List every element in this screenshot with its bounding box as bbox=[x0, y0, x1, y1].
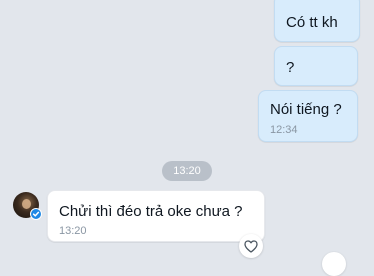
message-bubble-outgoing[interactable]: Nói tiếng ? 12:34 bbox=[258, 90, 358, 142]
message-text: ? bbox=[286, 59, 295, 76]
message-text: Chửi thì đéo trả oke chưa ? bbox=[59, 203, 243, 220]
message-bubble-incoming[interactable]: Chửi thì đéo trả oke chưa ? 13:20 bbox=[47, 190, 265, 242]
heart-outline-icon bbox=[244, 240, 258, 253]
verified-badge-icon bbox=[30, 208, 42, 220]
react-heart-button[interactable] bbox=[239, 234, 263, 258]
message-bubble-outgoing[interactable]: Có tt kh bbox=[274, 0, 360, 42]
time-separator: 13:20 bbox=[162, 161, 212, 181]
message-bubble-outgoing[interactable]: ? bbox=[274, 46, 358, 86]
message-text: Nói tiếng ? bbox=[270, 101, 342, 118]
message-text: Có tt kh bbox=[286, 14, 338, 31]
scroll-down-button[interactable] bbox=[322, 252, 346, 276]
message-time: 12:34 bbox=[270, 124, 298, 136]
avatar-face bbox=[22, 199, 31, 209]
message-time: 13:20 bbox=[59, 225, 87, 237]
